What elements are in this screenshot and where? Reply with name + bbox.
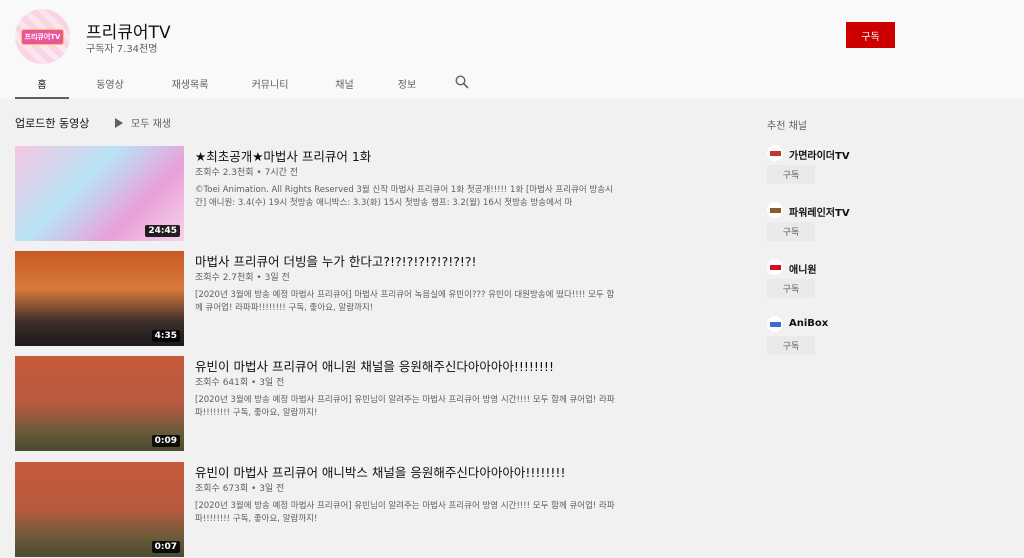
duration-badge: 0:07: [151, 541, 180, 553]
subscribe-button[interactable]: 구독: [767, 336, 815, 355]
channel-avatar[interactable]: [767, 145, 783, 161]
tab-home[interactable]: 홈: [15, 68, 69, 99]
tab-about[interactable]: 정보: [377, 68, 437, 99]
video-item[interactable]: 0:07 유빈이 마법사 프리큐어 애니박스 채널을 응원해주신다아아아아!!!…: [15, 462, 615, 557]
video-description: ©Toei Animation. All Rights Reserved 3월 …: [195, 185, 613, 208]
video-thumbnail[interactable]: 24:45: [15, 146, 184, 241]
duration-badge: 4:35: [151, 330, 180, 342]
search-icon[interactable]: [455, 75, 469, 89]
section-title: 업로드한 동영상: [15, 117, 90, 130]
tab-playlists[interactable]: 재생목록: [150, 68, 230, 99]
video-meta: 조회수 673회 • 3일 전: [195, 484, 285, 494]
duration-badge: 0:09: [151, 435, 180, 447]
subscribe-button[interactable]: 구독: [767, 279, 815, 298]
play-all-label: 모두 재생: [131, 119, 171, 130]
video-title[interactable]: ★최초공개★마법사 프리큐어 1화: [195, 146, 371, 165]
channel-name[interactable]: 애니원: [789, 261, 817, 276]
video-item[interactable]: 24:45 ★최초공개★마법사 프리큐어 1화 조회수 2.3천회 • 7시간 …: [15, 146, 615, 241]
video-thumbnail[interactable]: 0:07: [15, 462, 184, 557]
channel-avatar[interactable]: [767, 259, 783, 275]
recommended-channel: 애니원 구독: [767, 259, 907, 309]
video-description: [2020년 3월에 방송 예정 마법사 프리큐어] 마법사 프리큐어 녹음실에…: [195, 290, 615, 313]
recommended-channels-title: 추천 채널: [767, 121, 807, 132]
video-thumbnail[interactable]: 4:35: [15, 251, 184, 346]
channel-name[interactable]: AniBox: [789, 318, 828, 329]
channel-name[interactable]: 파워레인저TV: [789, 204, 850, 219]
video-meta: 조회수 2.3천회 • 7시간 전: [195, 168, 299, 178]
tab-channels[interactable]: 채널: [312, 68, 377, 99]
subscribe-button[interactable]: 구독: [767, 222, 815, 241]
tab-videos[interactable]: 동영상: [75, 68, 145, 99]
video-item[interactable]: 0:09 유빈이 마법사 프리큐어 애니원 채널을 응원해주신다아아아아!!!!…: [15, 356, 615, 451]
channel-avatar[interactable]: 프리큐어TV: [15, 9, 70, 64]
play-icon: [115, 117, 123, 128]
recommended-channel: 가면라이더TV 구독: [767, 145, 907, 195]
video-description: [2020년 3월에 방송 예정 마법사 프리큐어] 유빈님이 알려주는 마법사…: [195, 501, 615, 524]
channel-avatar[interactable]: [767, 316, 783, 332]
subscriber-count: 구독자 7.34천명: [86, 44, 158, 55]
video-meta: 조회수 641회 • 3일 전: [195, 378, 285, 388]
subscribe-button[interactable]: 구독: [846, 22, 895, 48]
recommended-channel: AniBox 구독: [767, 316, 907, 366]
channel-avatar[interactable]: [767, 202, 783, 218]
tab-community[interactable]: 커뮤니티: [230, 68, 310, 99]
video-description: [2020년 3월에 방송 예정 마법사 프리큐어] 유빈님이 알려주는 마법사…: [195, 395, 615, 418]
video-title[interactable]: 유빈이 마법사 프리큐어 애니원 채널을 응원해주신다아아아아!!!!!!!!: [195, 356, 554, 375]
video-meta: 조회수 2.7천회 • 3일 전: [195, 273, 290, 283]
video-item[interactable]: 4:35 마법사 프리큐어 더빙을 누가 한다고?!?!?!?!?!?!?!?!…: [15, 251, 615, 346]
video-thumbnail[interactable]: 0:09: [15, 356, 184, 451]
recommended-channel: 파워레인저TV 구독: [767, 202, 907, 252]
channel-tabs: 홈 동영상 재생목록 커뮤니티 채널 정보: [15, 68, 437, 99]
video-title[interactable]: 유빈이 마법사 프리큐어 애니박스 채널을 응원해주신다아아아아!!!!!!!!: [195, 462, 565, 481]
subscribe-button[interactable]: 구독: [767, 165, 815, 184]
video-title[interactable]: 마법사 프리큐어 더빙을 누가 한다고?!?!?!?!?!?!?!?!: [195, 251, 477, 270]
channel-header: 프리큐어TV 프리큐어TV 구독자 7.34천명 구독 홈 동영상 재생목록 커…: [0, 0, 1024, 99]
play-all-button[interactable]: 모두 재생: [115, 115, 171, 130]
channel-logo: 프리큐어TV: [20, 28, 65, 45]
duration-badge: 24:45: [145, 225, 180, 237]
channel-name[interactable]: 가면라이더TV: [789, 147, 850, 162]
